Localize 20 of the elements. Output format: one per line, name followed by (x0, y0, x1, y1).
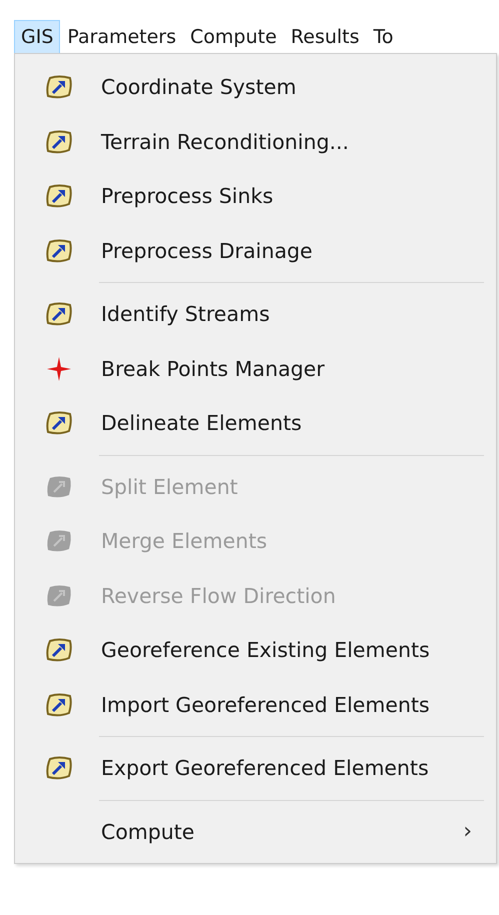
menu-item[interactable]: Identify Streams (15, 287, 496, 342)
menu-item[interactable]: Preprocess Drainage (15, 224, 496, 278)
menu-tab[interactable]: Compute (183, 20, 284, 53)
submenu-arrow: › (463, 819, 472, 844)
menu-item[interactable]: Import Georeferenced Elements (15, 678, 496, 732)
tool-icon (45, 584, 73, 608)
menu-tab[interactable]: GIS (14, 20, 60, 53)
menu-tab[interactable]: Results (284, 20, 366, 53)
menu-tab[interactable]: Parameters (60, 20, 184, 53)
menu-item[interactable]: Terrain Reconditioning... (15, 114, 496, 169)
menu-item[interactable]: Break Points Manager (15, 342, 496, 396)
menu-item[interactable]: Delineate Elements (15, 396, 496, 450)
menu-item[interactable]: Georeference Existing Elements (15, 623, 496, 678)
menu-item[interactable]: Compute › (15, 804, 496, 859)
tool-icon (45, 474, 73, 499)
menu-item[interactable]: Coordinate System (15, 60, 496, 114)
menu-item[interactable]: Export Georeferenced Elements (15, 741, 496, 796)
tool-icon (45, 529, 73, 554)
menu-item[interactable]: Preprocess Sinks (15, 169, 496, 224)
menu-tab[interactable]: To (366, 20, 400, 53)
